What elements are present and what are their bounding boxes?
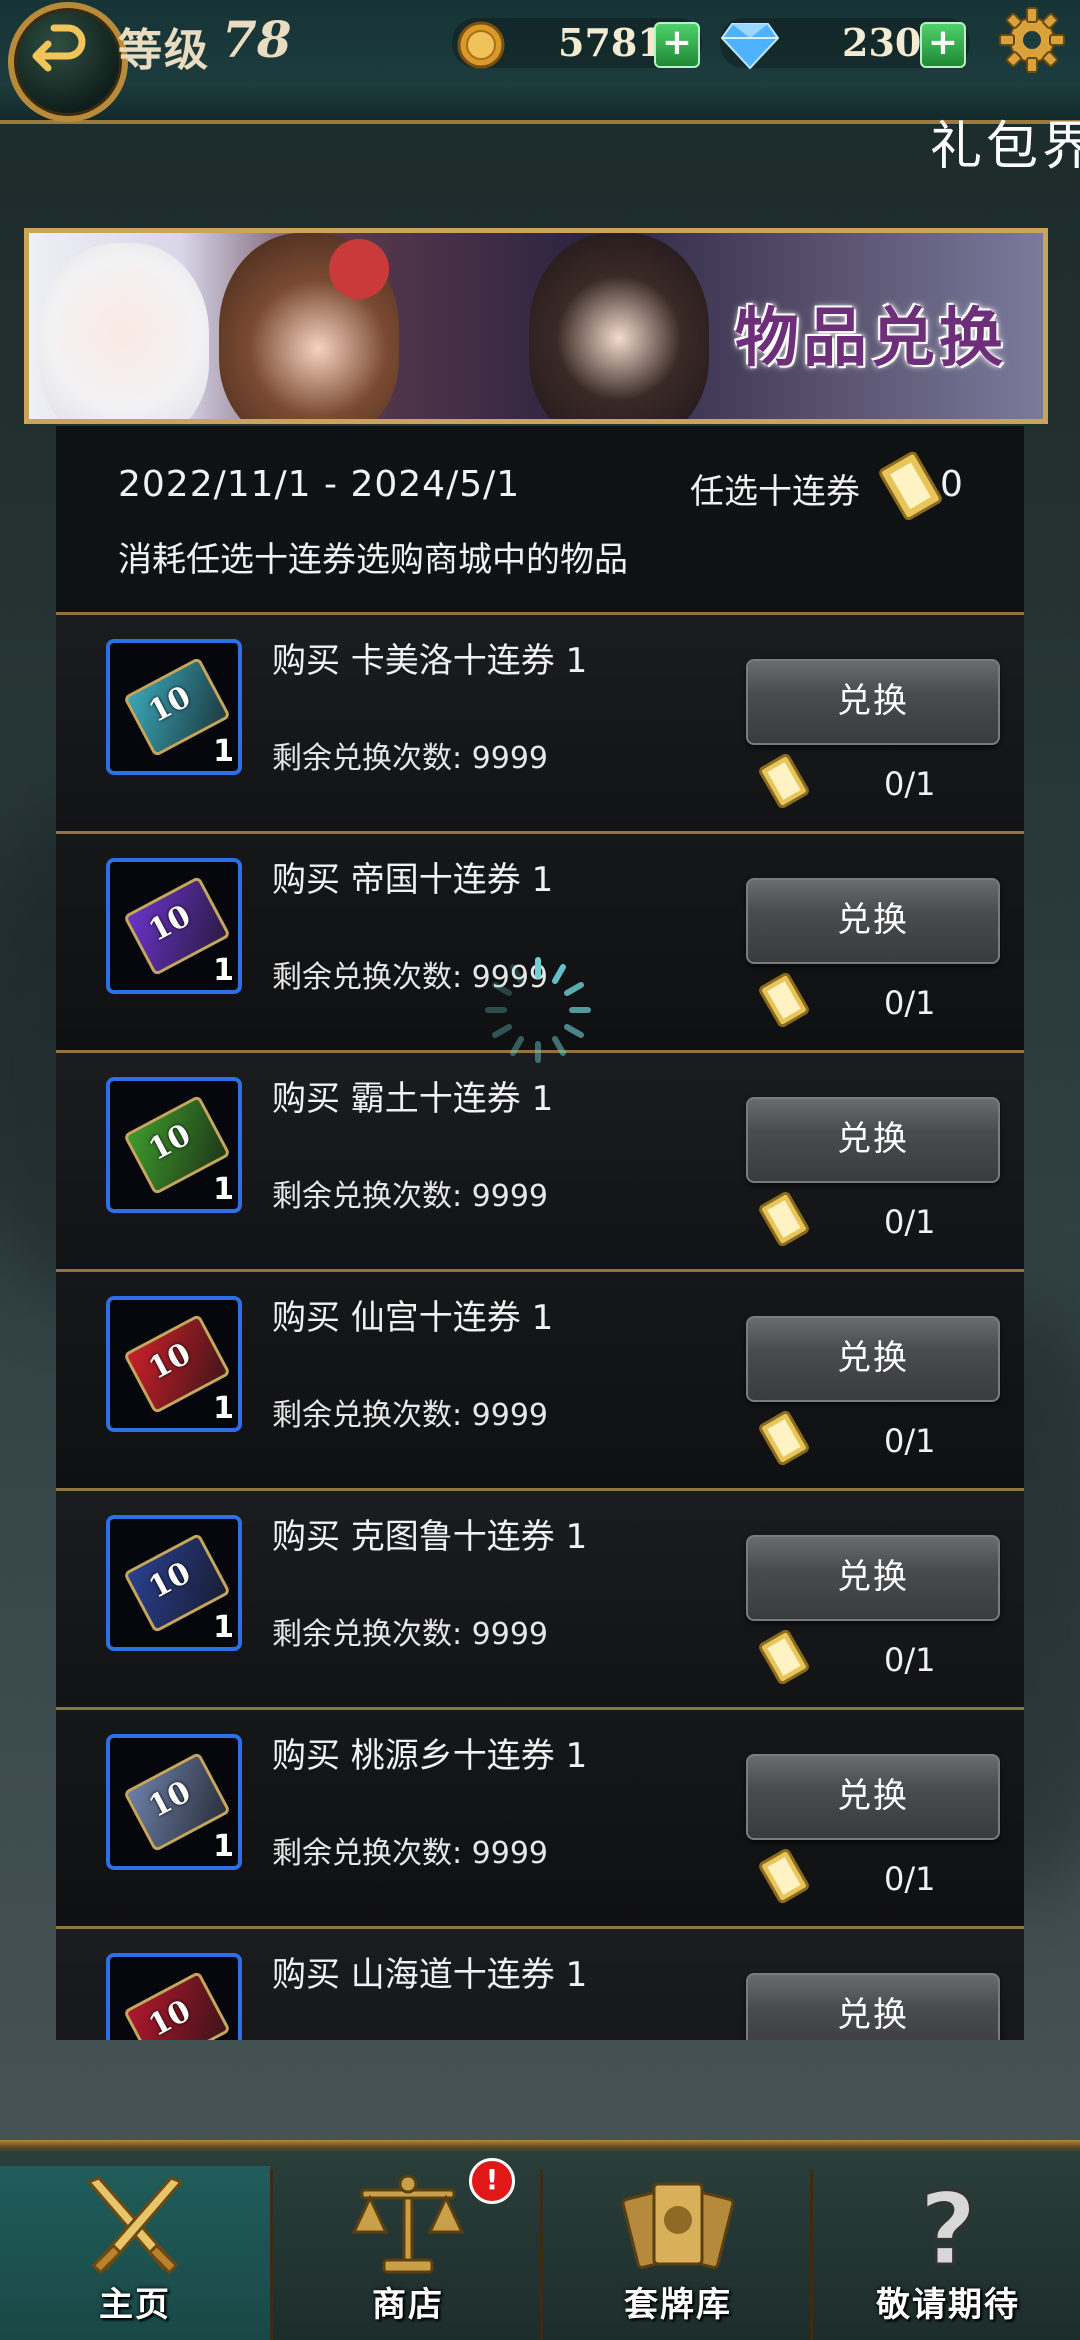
gold-ticket-icon [759, 1410, 809, 1466]
exchange-item-row: 10 1 购买 卡美洛十连券 1 剩余兑换次数: 9999 兑换 0/1 [56, 612, 1024, 831]
nav-shop[interactable]: ! 商店 [273, 2158, 543, 2340]
item-name: 购买 桃源乡十连券 1 [272, 1736, 588, 1776]
item-quantity: 1 [213, 734, 234, 769]
exchange-banner: 物品兑换 [24, 228, 1048, 424]
item-name: 购买 霸土十连券 1 [272, 1079, 554, 1119]
diamond-display: 230 + [720, 18, 970, 70]
exchange-description: 消耗任选十连券选购商城中的物品 [118, 540, 628, 580]
nav-deck[interactable]: 套牌库 [543, 2166, 813, 2340]
exchange-item-row: 10 购买 山海道十连券 1 兑换 [56, 1926, 1024, 2040]
level-value: 78 [222, 10, 292, 69]
section-title: 礼包界 [930, 117, 1080, 177]
ten-draw-ticket-icon: 10 [123, 1970, 231, 2040]
exchange-item-list[interactable]: 10 1 购买 卡美洛十连券 1 剩余兑换次数: 9999 兑换 0/1 10 1 购买 帝国十… [56, 612, 1024, 2040]
nav-shop-label: 商店 [372, 2285, 444, 2325]
remaining-exchanges: 剩余兑换次数: 9999 [272, 1617, 548, 1652]
diamond-icon [720, 23, 780, 70]
gold-ticket-icon [759, 1191, 809, 1247]
add-gold-button[interactable]: + [654, 22, 700, 68]
cost-progress: 0/1 [884, 765, 936, 803]
item-name: 购买 克图鲁十连券 1 [272, 1517, 588, 1557]
exchange-item-row: 10 1 购买 仙宫十连券 1 剩余兑换次数: 9999 兑换 0/1 [56, 1269, 1024, 1488]
exchange-button[interactable]: 兑换 [746, 659, 1000, 745]
shop-notification-badge: ! [469, 2158, 515, 2204]
item-quantity: 1 [213, 1391, 234, 1426]
event-date-range: 2022/11/1 - 2024/5/1 [118, 464, 521, 505]
item-name: 购买 帝国十连券 1 [272, 860, 554, 900]
gold-display: 5781 + [452, 18, 702, 69]
nav-coming-soon-label: 敬请期待 [876, 2285, 1020, 2325]
remaining-exchanges: 剩余兑换次数: 9999 [272, 1398, 548, 1433]
item-quantity: 1 [213, 953, 234, 988]
cost-progress: 0/1 [884, 1203, 936, 1241]
remaining-exchanges: 剩余兑换次数: 9999 [272, 1179, 548, 1214]
item-name: 购买 卡美洛十连券 1 [272, 641, 588, 681]
ticket-item-icon[interactable]: 10 1 [106, 1296, 242, 1432]
nav-coming-soon[interactable]: ? 敬请期待 [813, 2166, 1080, 2340]
loading-spinner-icon [485, 957, 591, 1063]
bottom-navigation: 主页 ! 商店 套牌库 ? 敬请期待 [0, 2140, 1080, 2340]
exchange-item-row: 10 1 购买 霸土十连券 1 剩余兑换次数: 9999 兑换 0/1 [56, 1050, 1024, 1269]
exchange-button[interactable]: 兑换 [746, 1754, 1000, 1840]
ticket-item-icon[interactable]: 10 1 [106, 1077, 242, 1213]
ticket-item-icon[interactable]: 10 1 [106, 639, 242, 775]
character-art-white [39, 243, 209, 419]
diamond-value: 230 [842, 20, 922, 65]
item-name: 购买 仙宫十连券 1 [272, 1298, 554, 1338]
exchange-button[interactable]: 兑换 [746, 1316, 1000, 1402]
exchange-item-row: 10 1 购买 桃源乡十连券 1 剩余兑换次数: 9999 兑换 0/1 [56, 1707, 1024, 1926]
ticket-item-icon[interactable]: 10 1 [106, 1515, 242, 1651]
crossed-swords-icon [86, 2176, 184, 2275]
top-bar: 等级 78 5781 + 230 + [0, 0, 1080, 124]
add-diamond-button[interactable]: + [920, 22, 966, 68]
remaining-exchanges: 剩余兑换次数: 9999 [272, 1836, 548, 1871]
gold-ticket-icon [759, 972, 809, 1028]
flower-ornament [329, 239, 389, 299]
exchange-item-row: 10 1 购买 克图鲁十连券 1 剩余兑换次数: 9999 兑换 0/1 [56, 1488, 1024, 1707]
gold-ticket-icon [759, 753, 809, 809]
cost-progress: 0/1 [884, 1860, 936, 1898]
character-art-black [529, 233, 709, 419]
question-mark-icon: ? [917, 2172, 978, 2282]
exchange-button[interactable]: 兑换 [746, 1535, 1000, 1621]
banner-title: 物品兑换 [735, 301, 1007, 376]
cost-progress: 0/1 [884, 1641, 936, 1679]
gold-ticket-icon [759, 1629, 809, 1685]
nav-home[interactable]: 主页 [0, 2166, 270, 2340]
remaining-exchanges: 剩余兑换次数: 9999 [272, 741, 548, 776]
gold-value: 5781 [558, 20, 664, 65]
nav-deck-label: 套牌库 [624, 2285, 732, 2325]
item-quantity: 1 [213, 1172, 234, 1207]
gold-ticket-icon [759, 1848, 809, 1904]
exchange-button[interactable]: 兑换 [746, 878, 1000, 964]
back-arrow-icon [32, 24, 86, 72]
ticket-item-icon[interactable]: 10 1 [106, 1734, 242, 1870]
ticket-item-icon[interactable]: 10 [106, 1953, 242, 2040]
exchange-button[interactable]: 兑换 [746, 1097, 1000, 1183]
item-quantity: 1 [213, 1829, 234, 1864]
settings-gear-icon[interactable] [996, 4, 1068, 76]
ticket-label: 任选十连券 [690, 472, 860, 512]
cost-progress: 0/1 [884, 984, 936, 1022]
item-name: 购买 山海道十连券 1 [272, 1955, 588, 1995]
back-button[interactable] [8, 2, 128, 122]
cost-progress: 0/1 [884, 1422, 936, 1460]
ticket-count: 0 [940, 464, 963, 505]
gold-ticket-icon [879, 451, 942, 520]
card-deck-icon [621, 2182, 735, 2269]
item-quantity: 1 [213, 1610, 234, 1645]
level-label: 等级 [118, 25, 210, 76]
svg-text:?: ? [919, 2172, 977, 2282]
scales-icon [351, 2174, 465, 2274]
gold-coin-icon [457, 21, 505, 69]
exchange-button[interactable]: 兑换 [746, 1973, 1000, 2040]
ticket-item-icon[interactable]: 10 1 [106, 858, 242, 994]
nav-home-label: 主页 [99, 2285, 171, 2325]
